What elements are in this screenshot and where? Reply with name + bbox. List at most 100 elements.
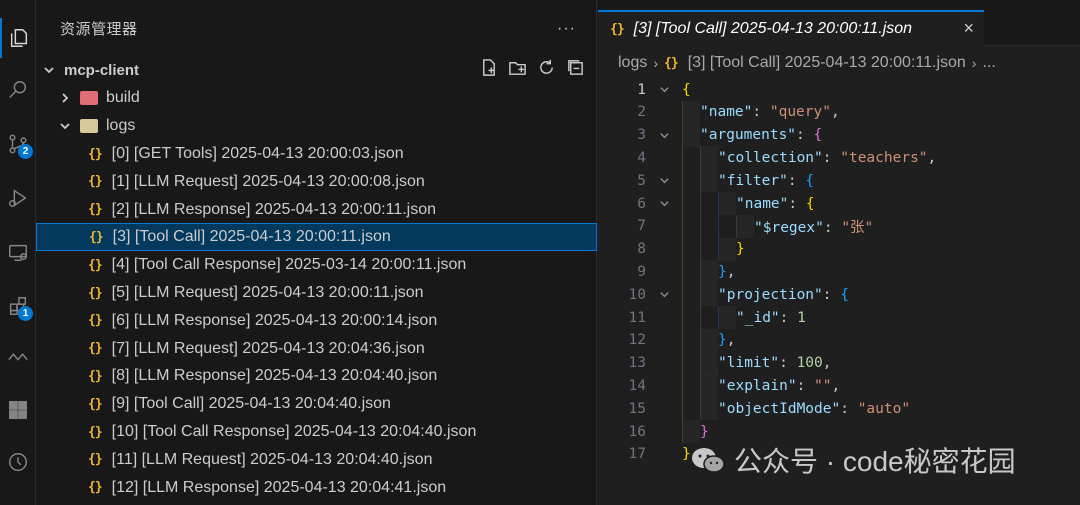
indent-guide — [682, 260, 700, 284]
indent-guide — [682, 283, 700, 307]
json-file-icon: {} — [88, 313, 103, 329]
file-row[interactable]: {} [2] [LLM Response] 2025-04-13 20:00:11… — [36, 196, 597, 224]
code-line: 4 "collection": "teachers", — [598, 146, 1080, 170]
code-token: : — [822, 286, 841, 303]
gitlens-icon[interactable] — [0, 336, 36, 376]
folder-name: build — [106, 89, 140, 106]
code-token: "limit" — [718, 355, 780, 372]
fold-chevron-icon[interactable] — [650, 175, 678, 186]
code-token: : — [788, 195, 806, 212]
more-actions-button[interactable]: ··· — [557, 21, 576, 37]
code-token: "teachers" — [840, 149, 928, 166]
line-number: 17 — [628, 446, 646, 463]
file-row[interactable]: {} [1] [LLM Request] 2025-04-13 20:00:08.… — [36, 168, 597, 196]
code-token: , — [927, 149, 937, 166]
file-row[interactable]: {} [6] [LLM Response] 2025-04-13 20:00:14… — [36, 307, 597, 335]
folder-open-icon — [80, 119, 98, 133]
fold-chevron-icon[interactable] — [650, 289, 678, 300]
json-file-icon: {} — [88, 202, 103, 218]
file-row[interactable]: {} [10] [Tool Call Response] 2025-04-13 2… — [36, 418, 597, 446]
code-token: 1 — [797, 309, 806, 326]
code-line: 14 "explain": "", — [598, 374, 1080, 398]
run-debug-icon[interactable] — [0, 178, 36, 218]
indent-guide — [736, 214, 754, 238]
folder-row-logs[interactable]: logs — [36, 112, 597, 140]
line-number: 6 — [637, 195, 646, 212]
json-file-icon: {} — [88, 341, 103, 357]
indent-guide — [682, 123, 700, 147]
root-folder-row[interactable]: mcp-client — [36, 56, 597, 84]
fold-chevron-icon[interactable] — [650, 130, 678, 141]
code-token: : — [787, 172, 806, 189]
close-tab-button[interactable]: × — [963, 18, 974, 39]
code-line: 6 "name": { — [598, 192, 1080, 215]
line-number: 3 — [637, 127, 646, 144]
line-number: 16 — [628, 423, 646, 440]
fold-chevron-icon[interactable] — [650, 198, 678, 209]
remote-explorer-icon[interactable] — [0, 232, 36, 272]
new-folder-icon[interactable] — [508, 58, 527, 82]
code-line: 11 "_id": 1 — [598, 306, 1080, 329]
code-line: 8} — [598, 237, 1080, 261]
code-text: { — [678, 82, 691, 98]
code-line: 12}, — [598, 328, 1080, 352]
extensions-icon[interactable]: 1 — [0, 286, 36, 326]
json-file-icon: {} — [88, 480, 103, 496]
editor-tab-active[interactable]: {} [3] [Tool Call] 2025-04-13 20:00:11.j… — [598, 10, 984, 46]
code-token: , — [726, 263, 736, 280]
code-line: 9}, — [598, 260, 1080, 284]
explorer-sidebar: 资源管理器 ··· mcp-client build logs {} [0] [G… — [36, 0, 597, 505]
code-token: } — [718, 332, 727, 349]
file-row[interactable]: {} [11] [LLM Request] 2025-04-13 20:04:40… — [36, 446, 597, 474]
file-row[interactable]: {} [8] [LLM Response] 2025-04-13 20:04:40… — [36, 362, 597, 390]
folder-row-build[interactable]: build — [36, 84, 597, 112]
timeline-icon[interactable] — [0, 442, 36, 482]
json-file-icon: {} — [88, 257, 103, 273]
file-row[interactable]: {} [3] [Tool Call] 2025-04-13 20:00:11.js… — [36, 223, 597, 252]
code-text: } — [678, 446, 691, 462]
breadcrumb-more[interactable]: ... — [982, 54, 995, 72]
line-number: 13 — [628, 355, 646, 372]
indent-guide — [700, 146, 718, 170]
file-row[interactable]: {} [7] [LLM Request] 2025-04-13 20:04:36.… — [36, 335, 597, 363]
code-token: "collection" — [718, 149, 823, 166]
code-token: { — [805, 172, 815, 189]
watermark: 公众号 · code秘密花园 — [690, 440, 1016, 480]
source-control-icon[interactable]: 2 — [0, 124, 36, 164]
search-icon[interactable] — [0, 70, 36, 110]
line-number: 15 — [628, 400, 646, 417]
file-row[interactable]: {} [12] [LLM Response] 2025-04-13 20:04:4… — [36, 474, 597, 502]
indent-guide — [682, 351, 700, 375]
indent-guide — [682, 374, 700, 398]
file-name: [10] [Tool Call Response] 2025-04-13 20:… — [111, 423, 477, 440]
fold-chevron-icon[interactable] — [650, 84, 678, 95]
code-token: { — [840, 286, 849, 303]
code-token: { — [682, 81, 691, 98]
refresh-icon[interactable] — [537, 58, 556, 82]
line-number: 7 — [637, 218, 646, 235]
code-token: "_id" — [736, 309, 780, 326]
breadcrumb-file[interactable]: [3] [Tool Call] 2025-04-13 20:00:11.json — [688, 54, 966, 72]
file-row[interactable]: {} [9] [Tool Call] 2025-04-13 20:04:40.js… — [36, 390, 597, 418]
code-line: 2 "name": "query", — [598, 100, 1080, 124]
folder-name: logs — [106, 117, 136, 134]
explorer-icon[interactable] — [0, 18, 36, 58]
code-token: } — [718, 263, 727, 280]
file-row[interactable]: {} [5] [LLM Request] 2025-04-13 20:00:11.… — [36, 279, 597, 307]
file-row[interactable]: {} [0] [GET Tools] 2025-04-13 20:00:03.js… — [36, 140, 597, 168]
breadcrumb-folder[interactable]: logs — [618, 54, 647, 72]
grid-icon[interactable] — [0, 390, 36, 430]
new-file-icon[interactable] — [479, 58, 498, 82]
code-token: : — [796, 127, 814, 144]
code-token: } — [700, 423, 709, 440]
file-name: [7] [LLM Request] 2025-04-13 20:04:36.js… — [111, 339, 425, 357]
code-token: { — [805, 195, 815, 212]
indent-guide — [682, 328, 700, 352]
code-token: "张" — [841, 219, 874, 236]
collapse-all-icon[interactable] — [566, 58, 585, 82]
chevron-down-icon — [42, 63, 56, 77]
code-token: : — [796, 377, 815, 394]
code-line: 15 "objectIdMode": "auto" — [598, 397, 1080, 421]
file-row[interactable]: {} [4] [Tool Call Response] 2025-03-14 20… — [36, 251, 597, 279]
code-line: 5 "filter": { — [598, 169, 1080, 193]
